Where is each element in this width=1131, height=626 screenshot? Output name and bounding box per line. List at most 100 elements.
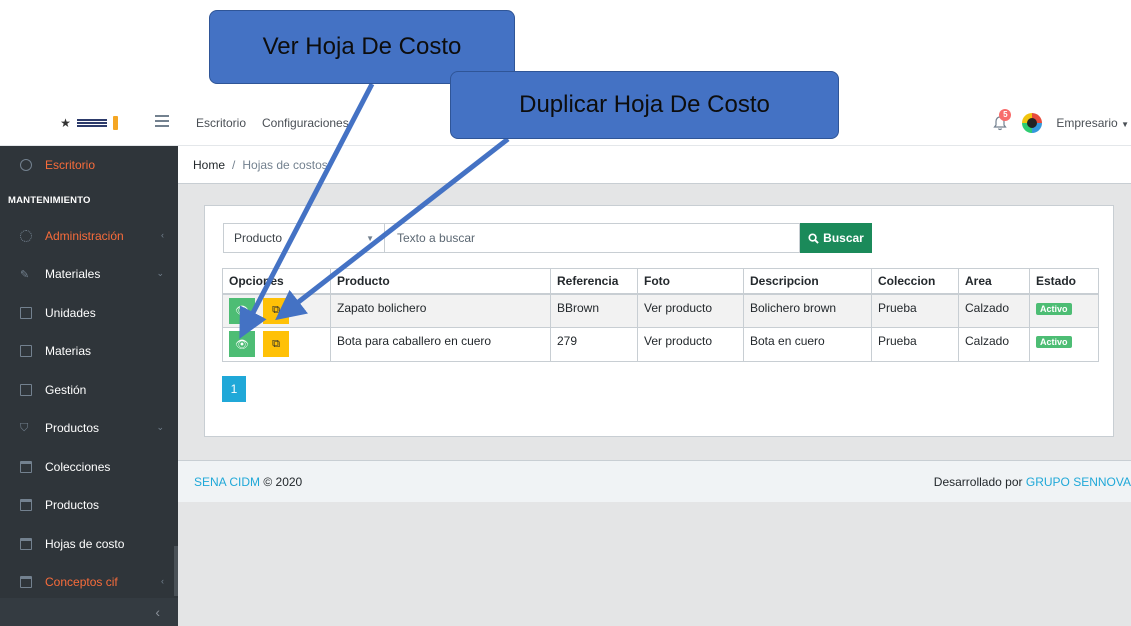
product-cell: Zapato bolichero (330, 293, 551, 328)
collection-cell: Prueba (871, 293, 959, 328)
photo-cell[interactable]: Ver producto (637, 293, 744, 328)
breadcrumb-separator: / (232, 157, 236, 172)
sidebar-item-label: Escritorio (45, 158, 96, 173)
main-content: Producto ▼ Buscar Opciones Producto Refe… (178, 184, 1131, 460)
wrench-icon: ✎ (20, 269, 30, 282)
eye-icon: 👁 (235, 305, 249, 317)
status-cell: Activo (1029, 327, 1099, 362)
search-button[interactable]: Buscar (800, 223, 872, 253)
search-bar: Producto ▼ Buscar (223, 223, 872, 253)
search-field-select[interactable]: Producto ▼ (223, 223, 384, 253)
sidebar-item-label: Gestión (45, 382, 87, 397)
sidebar-item-productos[interactable]: Productos (0, 486, 178, 525)
eye-icon: 👁 (235, 338, 249, 351)
breadcrumb-current: Hojas de costos (242, 157, 328, 172)
cost-sheets-card: Producto ▼ Buscar Opciones Producto Refe… (204, 205, 1114, 437)
sidebar-item-label: Hojas de costo (45, 536, 125, 551)
footer-left: SENA CIDM © 2020 (194, 475, 302, 489)
view-cost-sheet-button[interactable]: 👁 (229, 297, 255, 324)
column-header[interactable]: Referencia (550, 268, 638, 295)
area-cell: Calzado (958, 293, 1030, 328)
sidebar-item-materiales[interactable]: ✎ Materiales ⌄ (0, 255, 178, 294)
search-icon (808, 232, 819, 244)
sidebar-item-label: Conceptos cif (45, 575, 118, 590)
sidebar-item-hojas-de-costo[interactable]: Hojas de costo (0, 525, 178, 564)
folder-icon (20, 537, 32, 550)
status-badge: Activo (1036, 302, 1072, 315)
sidebar-item-productos-group[interactable]: ⛉ Productos ⌄ (0, 409, 178, 448)
footer-right: Desarrollado por GRUPO SENNOVA (934, 475, 1131, 489)
footer-sennova-link[interactable]: GRUPO SENNOVA (1026, 475, 1131, 489)
nav-configuraciones[interactable]: Configuraciones (262, 116, 349, 130)
sidebar-item-label: Materiales (45, 267, 101, 282)
sidebar-item-unidades[interactable]: Unidades (0, 294, 178, 333)
sidebar-item-colecciones[interactable]: Colecciones (0, 448, 178, 487)
dashboard-icon (20, 159, 32, 172)
table-row: 👁 ⧉ Zapato bolichero BBrown Ver producto… (222, 293, 1099, 328)
chevron-left-icon: ‹ (161, 229, 164, 240)
user-menu[interactable]: Empresario ▼ (1056, 116, 1129, 130)
pagination-page-1[interactable]: 1 (222, 376, 246, 402)
top-nav-links: Escritorio Configuraciones (196, 100, 349, 146)
hamburger-menu-icon[interactable] (155, 115, 169, 127)
sidebar-section-title: MANTENIMIENTO (8, 195, 91, 206)
chevron-down-icon: ▼ (366, 233, 374, 243)
footer-developed-by: Desarrollado por (933, 474, 1023, 489)
chevron-down-icon: ⌄ (156, 268, 164, 278)
photo-cell[interactable]: Ver producto (637, 327, 744, 362)
folder-icon (20, 499, 32, 512)
sidebar-minimizer[interactable]: ‹ (0, 598, 178, 626)
gear-icon (20, 229, 32, 242)
breadcrumb-home[interactable]: Home (193, 158, 225, 172)
star-emblem-icon: ★ (60, 116, 71, 130)
screen: ★ Escritorio Configuraciones 5 Empresari… (0, 0, 1131, 626)
ministry-logo-text (76, 119, 107, 127)
sidebar-item-administracion[interactable]: Administración ‹ (0, 217, 178, 256)
breadcrumb: Home / Hojas de costos (178, 146, 1131, 184)
flag-mark-icon (112, 116, 118, 130)
duplicate-cost-sheet-button[interactable]: ⧉ (263, 297, 289, 324)
bell-icon[interactable]: 5 (992, 109, 1012, 131)
square-icon (20, 306, 32, 319)
nav-escritorio[interactable]: Escritorio (196, 116, 246, 130)
area-cell: Calzado (958, 327, 1030, 362)
search-field-value: Producto (234, 231, 283, 245)
description-cell: Bota en cuero (743, 327, 872, 362)
top-right-controls: 5 Empresario ▼ (992, 100, 1131, 146)
duplicate-cost-sheet-button[interactable]: ⧉ (263, 331, 289, 357)
copy-icon: ⧉ (272, 337, 280, 350)
column-header[interactable]: Producto (330, 268, 551, 295)
sidebar-item-conceptos-cif[interactable]: Conceptos cif ‹ (0, 563, 178, 602)
copy-icon: ⧉ (272, 304, 280, 316)
reference-cell: BBrown (550, 293, 638, 328)
status-cell: Activo (1029, 293, 1099, 328)
table-header-row: Opciones Producto Referencia Foto Descri… (222, 268, 1099, 295)
column-header[interactable]: Estado (1029, 268, 1099, 295)
cost-sheets-table: Opciones Producto Referencia Foto Descri… (222, 268, 1099, 362)
column-header[interactable]: Opciones (222, 268, 331, 295)
user-name: Empresario (1056, 116, 1118, 130)
reference-cell: 279 (550, 327, 638, 362)
folder-icon (20, 460, 32, 473)
sidebar-item-materias[interactable]: Materias (0, 332, 178, 371)
square-icon (20, 345, 32, 358)
brand-logo[interactable]: ★ (0, 100, 178, 146)
column-header[interactable]: Descripcion (743, 268, 872, 295)
sidebar-item-gestion[interactable]: Gestión (0, 371, 178, 410)
sidebar-item-label: Materias (45, 344, 92, 359)
chevron-left-icon: ‹ (155, 604, 160, 620)
caret-down-icon: ▼ (1121, 120, 1129, 129)
column-header[interactable]: Foto (637, 268, 744, 295)
search-input[interactable] (384, 223, 800, 253)
options-cell: 👁 ⧉ (222, 327, 331, 362)
column-header[interactable]: Area (958, 268, 1030, 295)
avatar[interactable] (1022, 113, 1043, 133)
sidebar-item-label: Colecciones (45, 459, 111, 474)
view-cost-sheet-button[interactable]: 👁 (229, 331, 255, 357)
footer-sena-link[interactable]: SENA CIDM (194, 475, 260, 489)
table-row: 👁 ⧉ Bota para caballero en cuero 279 Ver… (222, 327, 1099, 362)
column-header[interactable]: Coleccion (871, 268, 959, 295)
collection-cell: Prueba (871, 327, 959, 362)
sidebar-item-escritorio[interactable]: Escritorio (0, 146, 178, 185)
options-cell: 👁 ⧉ (222, 293, 331, 328)
